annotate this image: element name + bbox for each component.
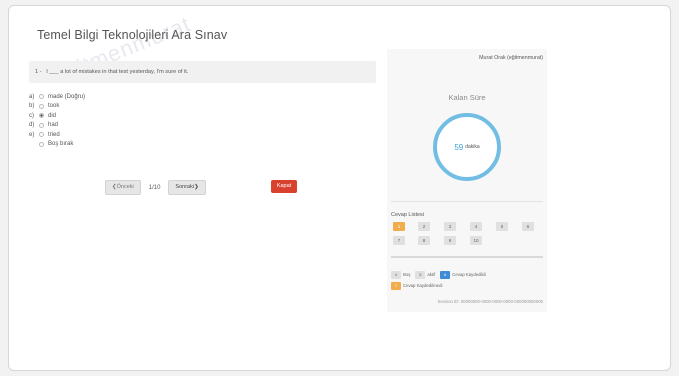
option-letter: b) <box>29 103 35 110</box>
timer-label: Kalan Süre <box>448 93 486 102</box>
radio-icon[interactable] <box>39 132 44 138</box>
option-label: took <box>48 103 60 110</box>
answer-cell-7[interactable]: 7 <box>393 236 405 245</box>
option-e[interactable]: e) tried <box>29 130 85 140</box>
divider <box>391 256 543 258</box>
option-label: made (Doğru) <box>48 93 86 100</box>
answer-cell-9[interactable]: 9 <box>444 236 456 245</box>
answer-cell-2[interactable]: 2 <box>418 222 430 231</box>
option-d[interactable]: d) had <box>29 121 85 131</box>
legend: 4 Boş 5 aktif 6 Cevap Kaydedildi 7 Cevap… <box>391 269 486 291</box>
exam-card: eğitmenmurat Temel Bilgi Teknolojileri A… <box>8 5 671 371</box>
radio-icon[interactable] <box>39 122 44 128</box>
side-panel: Murat Orak (eğitmenmurat) Kalan Süre 59 … <box>387 49 547 312</box>
answer-options: a) made (Doğru) b) took c) did d) had e)… <box>29 92 85 149</box>
answer-cell-3[interactable]: 3 <box>444 222 456 231</box>
option-c[interactable]: c) did <box>29 111 85 121</box>
option-label: had <box>48 122 59 129</box>
legend-label-unsaved: Cevap Kaydedilmedi <box>403 283 443 288</box>
user-name: Murat Orak (eğitmenmurat) <box>479 55 543 61</box>
timer-value: 59 <box>454 142 464 152</box>
legend-label-active: aktif <box>427 272 436 277</box>
radio-checked-icon[interactable] <box>39 113 44 119</box>
answer-cell-4[interactable]: 4 <box>470 222 482 231</box>
option-letter: c) <box>29 112 34 119</box>
option-label: tried <box>48 131 60 138</box>
timer-unit: dakika <box>465 144 480 150</box>
divider <box>391 201 543 202</box>
option-a[interactable]: a) made (Doğru) <box>29 92 85 102</box>
radio-icon[interactable] <box>39 94 44 100</box>
session-id: Session ID: 00000000-0000-0000-0000-0000… <box>437 299 543 304</box>
option-letter: e) <box>29 131 35 138</box>
legend-swatch-saved: 6 <box>440 270 451 279</box>
option-skip[interactable]: Boş bırak <box>29 140 85 150</box>
answer-cell-5[interactable]: 5 <box>496 222 508 231</box>
legend-swatch-unsaved: 7 <box>391 281 401 290</box>
option-letter: a) <box>29 93 35 100</box>
answer-list-title: Cevap Listesi <box>391 212 425 218</box>
question-box: 1 - I ___ a lot of mistakes in that test… <box>29 61 376 83</box>
option-b[interactable]: b) took <box>29 102 85 112</box>
answer-cell-8[interactable]: 8 <box>418 236 430 245</box>
radio-icon[interactable] <box>39 103 44 109</box>
option-label: did <box>48 112 57 119</box>
question-text: I ___ a lot of mistakes in that test yes… <box>46 69 189 75</box>
next-button[interactable]: Sonraki❯ <box>168 180 206 195</box>
timer-ring: 59 dakika <box>433 113 501 181</box>
legend-label-saved: Cevap Kaydedildi <box>452 272 486 277</box>
answer-cell-1[interactable]: 1 <box>393 222 405 231</box>
prev-button[interactable]: ❮Önceki <box>105 180 141 195</box>
answer-cell-10[interactable]: 10 <box>470 236 482 245</box>
radio-icon[interactable] <box>39 141 44 147</box>
legend-label-empty: Boş <box>403 272 411 277</box>
question-nav: ❮Önceki 1/10 Sonraki❯ <box>105 180 206 195</box>
legend-row: 7 Cevap Kaydedilmedi <box>391 280 486 291</box>
page-title: Temel Bilgi Teknolojileri Ara Sınav <box>37 28 228 42</box>
question-number: 1 - <box>35 69 42 75</box>
legend-swatch-empty: 4 <box>391 270 401 279</box>
legend-swatch-active: 5 <box>415 270 426 279</box>
legend-row: 4 Boş 5 aktif 6 Cevap Kaydedildi <box>391 269 486 280</box>
close-button[interactable]: Kapat <box>271 180 297 193</box>
page-indicator: 1/10 <box>148 184 161 191</box>
answer-cell-6[interactable]: 6 <box>522 222 534 231</box>
option-letter: d) <box>29 122 35 129</box>
option-label: Boş bırak <box>48 141 74 148</box>
